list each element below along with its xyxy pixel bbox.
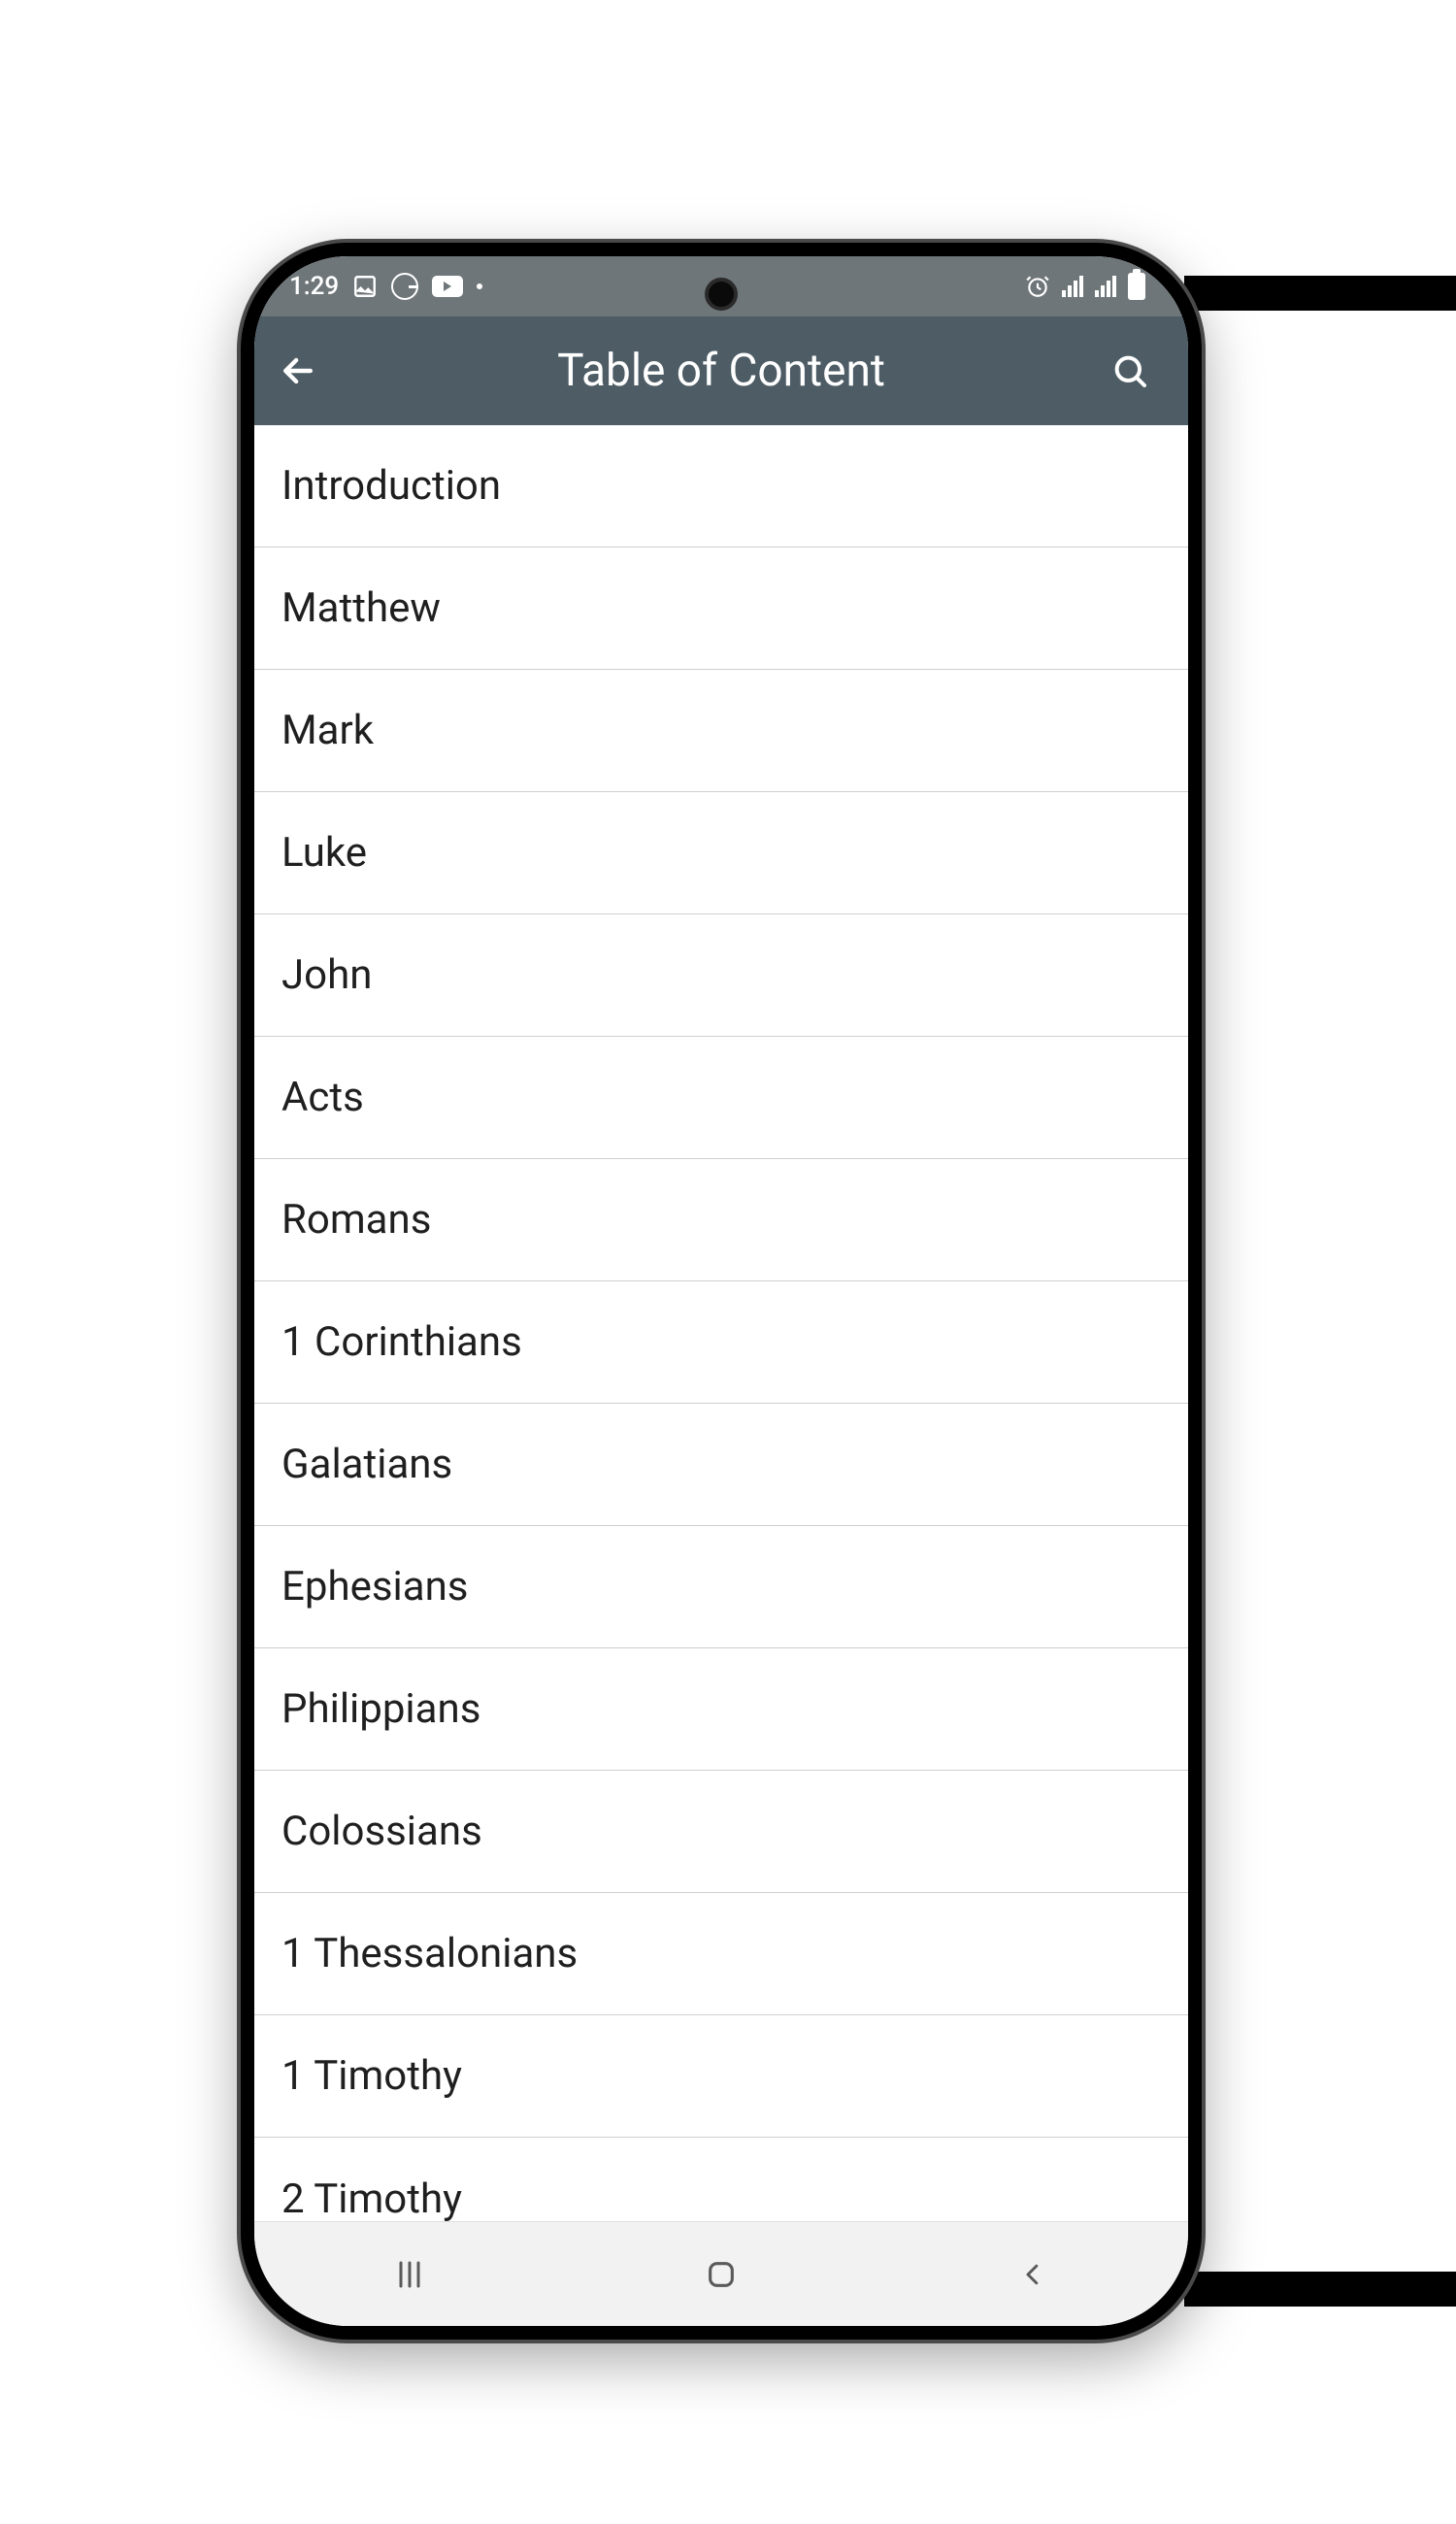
back-button[interactable] — [254, 316, 342, 425]
alarm-icon — [1025, 274, 1050, 299]
image-icon — [352, 274, 378, 299]
list-item[interactable]: Galatians — [254, 1404, 1188, 1526]
list-item-label: Galatians — [281, 1441, 452, 1488]
list-item-label: Matthew — [281, 584, 441, 632]
signal-icon — [1095, 276, 1116, 297]
list-item-label: 1 Thessalonians — [281, 1930, 578, 1977]
list-item-label: Luke — [281, 829, 367, 877]
list-item-label: Colossians — [281, 1808, 482, 1855]
list-item[interactable]: Colossians — [254, 1771, 1188, 1893]
system-nav-bar — [254, 2221, 1188, 2326]
list-item-label: 1 Corinthians — [281, 1318, 522, 1366]
list-item-label: Mark — [281, 707, 374, 754]
list-item[interactable]: 1 Corinthians — [254, 1281, 1188, 1404]
list-item[interactable]: John — [254, 914, 1188, 1037]
battery-icon — [1128, 273, 1145, 300]
camera-punch-hole — [705, 278, 738, 311]
search-button[interactable] — [1091, 316, 1169, 425]
list-item-label: 2 Timothy — [281, 2175, 462, 2222]
list-item[interactable]: Mark — [254, 670, 1188, 792]
decoration-bar — [1184, 2272, 1456, 2307]
list-item[interactable]: Acts — [254, 1037, 1188, 1159]
list-item-label: Introduction — [281, 462, 501, 510]
list-item[interactable]: 1 Timothy — [254, 2015, 1188, 2138]
list-item-label: 1 Timothy — [281, 2052, 462, 2100]
list-item[interactable]: 1 Thessalonians — [254, 1893, 1188, 2015]
screen: 1:29 — [254, 256, 1188, 2326]
list-item[interactable]: Romans — [254, 1159, 1188, 1281]
youtube-icon — [432, 276, 463, 297]
list-item[interactable]: Ephesians — [254, 1526, 1188, 1648]
signal-icon — [1062, 276, 1083, 297]
list-item-label: Ephesians — [281, 1563, 468, 1611]
list-item[interactable]: 2 Timothy — [254, 2138, 1188, 2221]
list-item[interactable]: Introduction — [254, 425, 1188, 548]
toc-list[interactable]: Introduction Matthew Mark Luke John Acts… — [254, 425, 1188, 2221]
nav-home-button[interactable] — [663, 2245, 779, 2304]
nav-recents-button[interactable] — [351, 2245, 468, 2304]
app-bar: Table of Content — [254, 316, 1188, 425]
list-item-label: John — [281, 951, 372, 999]
list-item-label: Romans — [281, 1196, 431, 1244]
page-title: Table of Content — [254, 345, 1188, 397]
list-item-label: Philippians — [281, 1685, 480, 1733]
decoration-bar — [1184, 276, 1456, 311]
list-item-label: Acts — [281, 1074, 364, 1121]
list-item[interactable]: Philippians — [254, 1648, 1188, 1771]
dot-icon — [477, 283, 482, 289]
google-icon — [391, 273, 418, 300]
list-item[interactable]: Luke — [254, 792, 1188, 914]
list-item[interactable]: Matthew — [254, 548, 1188, 670]
status-time: 1:29 — [289, 272, 339, 301]
phone-frame: 1:29 — [241, 243, 1202, 2340]
nav-back-button[interactable] — [975, 2245, 1091, 2304]
